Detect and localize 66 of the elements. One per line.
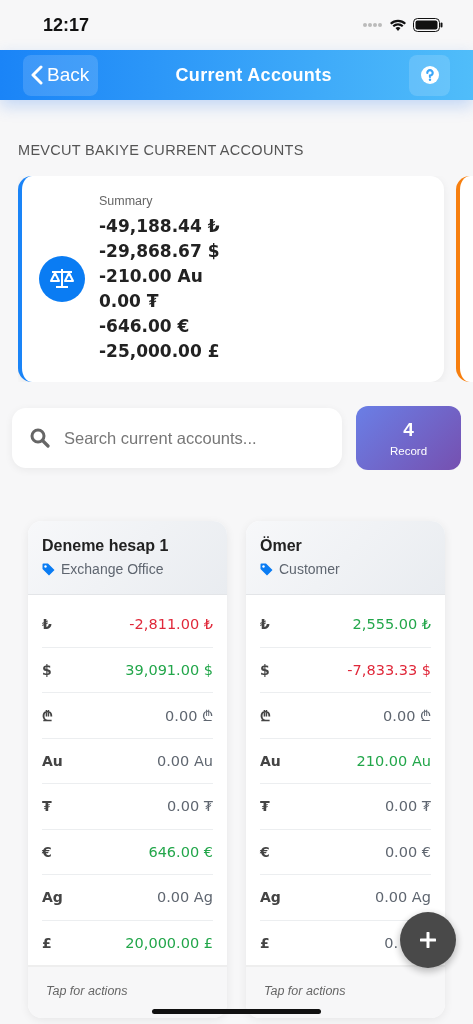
currency-symbol: Ag bbox=[260, 889, 281, 906]
summary-total: -210.00 Au bbox=[99, 265, 203, 288]
summary-total: -25,000.00 £ bbox=[99, 340, 220, 363]
balance-amount: -2,811.00 ₺ bbox=[129, 616, 213, 633]
balance-amount: 2,555.00 ₺ bbox=[352, 616, 431, 633]
balance-amount: 0. bbox=[384, 934, 398, 951]
search-field[interactable]: Search current accounts... bbox=[12, 408, 342, 468]
balance-scale-icon bbox=[39, 256, 85, 302]
tap-for-actions-hint[interactable]: Tap for actions bbox=[246, 965, 445, 1018]
section-title: MEVCUT BAKIYE CURRENT ACCOUNTS bbox=[18, 142, 305, 158]
page-title: Current Accounts bbox=[175, 64, 332, 86]
summary-total: -29,868.67 $ bbox=[99, 240, 220, 263]
summary-total: 0.00 ₮ bbox=[99, 290, 159, 313]
wifi-icon bbox=[389, 18, 407, 32]
tag-icon bbox=[42, 562, 55, 576]
balance-amount: 0.00 Au bbox=[157, 752, 213, 769]
summary-label: Summary bbox=[99, 194, 153, 208]
currency-symbol: $ bbox=[260, 661, 270, 678]
balance-amount: -7,833.33 $ bbox=[347, 661, 431, 678]
currency-symbol: Ag bbox=[42, 889, 63, 906]
search-input[interactable]: Search current accounts... bbox=[62, 427, 324, 449]
currency-symbol: ₮ bbox=[260, 798, 270, 815]
next-summary-card[interactable] bbox=[456, 176, 473, 382]
balance-amount: 39,091.00 $ bbox=[125, 661, 213, 678]
currency-symbol: Au bbox=[42, 752, 63, 769]
currency-symbol: Au bbox=[260, 752, 281, 769]
balance-amount: 0.00 € bbox=[384, 843, 431, 860]
currency-symbol: € bbox=[260, 843, 270, 860]
balance-amount: 0.00 ₮ bbox=[384, 798, 431, 815]
summary-total: -646.00 € bbox=[99, 315, 190, 338]
balance-amount: 0.00 Ag bbox=[374, 889, 431, 906]
currency-symbol: £ bbox=[260, 934, 270, 951]
tap-for-actions-hint[interactable]: Tap for actions bbox=[28, 965, 227, 1018]
account-name: Deneme hesap 1 bbox=[42, 537, 170, 555]
currency-symbol: ₾ bbox=[42, 706, 53, 725]
balance-amount: 210.00 Au bbox=[356, 752, 431, 769]
currency-symbol: ₾ bbox=[260, 706, 271, 725]
currency-symbol: ₺ bbox=[260, 616, 270, 633]
search-icon bbox=[30, 428, 50, 448]
status-time: 12:17 bbox=[43, 14, 90, 36]
chevron-left-icon bbox=[31, 65, 43, 85]
help-button[interactable] bbox=[409, 54, 450, 96]
account-name: Ömer bbox=[260, 537, 303, 555]
account-type: Customer bbox=[279, 561, 340, 577]
balance-amount: 0.00 ₾ bbox=[165, 707, 213, 726]
record-count-button[interactable]: 4 Record bbox=[356, 406, 461, 470]
account-card[interactable]: Deneme hesap 1 Exchange Office ₺ -2,811.00 ₺ $ 39,091.00 $ ₾ 0.00 ₾ Au 0.00 Au ₮ 0.00 ₮ € 646.00 € Ag 0.00 Ag £ 20,000.00 £ Tap for actions bbox=[28, 521, 227, 1018]
account-type: Exchange Office bbox=[61, 561, 164, 577]
currency-symbol: $ bbox=[42, 661, 52, 678]
balance-amount: 646.00 € bbox=[148, 843, 213, 860]
battery-icon bbox=[413, 18, 443, 32]
plus-icon bbox=[420, 932, 436, 948]
currency-symbol: ₺ bbox=[42, 616, 52, 633]
cellular-signal-icon bbox=[363, 22, 383, 28]
help-icon bbox=[420, 66, 439, 84]
currency-symbol: € bbox=[42, 843, 52, 860]
balance-amount: 0.00 ₮ bbox=[166, 798, 213, 815]
account-card[interactable]: Ömer Customer ₺ 2,555.00 ₺ $ -7,833.33 $ ₾ 0.00 ₾ Au 210.00 Au ₮ 0.00 ₮ € 0.00 € Ag 0.00 Ag £ 0. Tap for actions bbox=[246, 521, 445, 1018]
currency-symbol: ₮ bbox=[42, 798, 52, 815]
summary-total: -49,188.44 ₺ bbox=[99, 215, 220, 238]
tag-icon bbox=[260, 562, 273, 576]
currency-symbol: £ bbox=[42, 934, 52, 951]
balance-amount: 0.00 Ag bbox=[156, 889, 213, 906]
balance-amount: 0.00 ₾ bbox=[383, 707, 431, 726]
balance-amount: 20,000.00 £ bbox=[125, 934, 213, 951]
summary-card[interactable]: Summary -49,188.44 ₺ -29,868.67 $ -210.00 Au 0.00 ₮ -646.00 € -25,000.00 £ bbox=[18, 176, 444, 382]
